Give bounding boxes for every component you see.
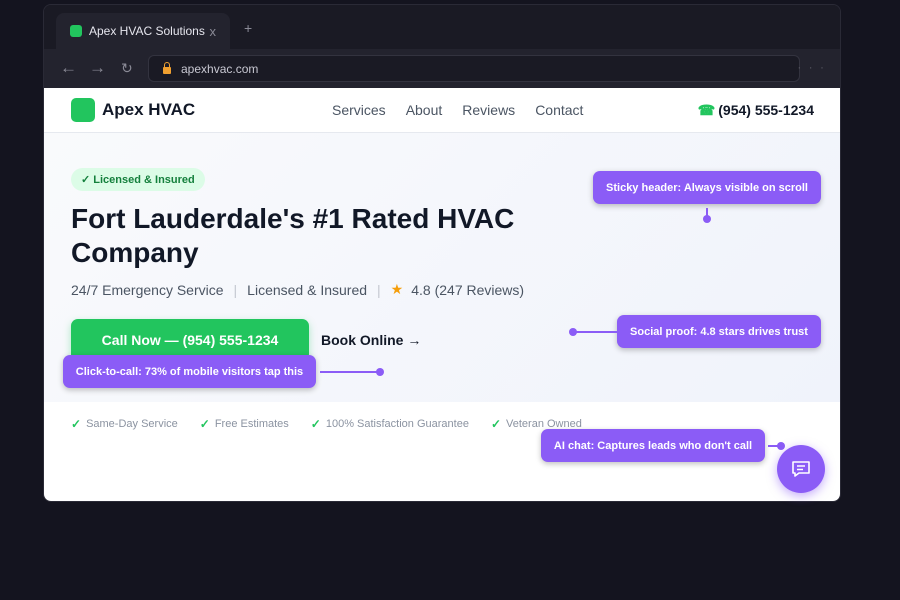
- check-icon: ✓: [490, 417, 502, 431]
- tab-bar: Apex HVAC Solutions x +: [44, 5, 840, 49]
- chat-button[interactable]: [777, 445, 825, 493]
- tab-title: Apex HVAC Solutions: [89, 24, 205, 38]
- back-icon[interactable]: ←: [60, 58, 77, 78]
- logo-icon: [71, 98, 95, 122]
- trust-item: ✓ 100% Satisfaction Guarantee: [310, 417, 469, 431]
- licensed-text: Licensed & Insured: [247, 281, 368, 298]
- nav-contact[interactable]: Contact: [535, 102, 583, 118]
- rating-text: 4.8 (247 Reviews): [411, 281, 525, 298]
- more-icon[interactable]: · · ·: [797, 60, 826, 74]
- annotation-dot: [569, 328, 577, 336]
- star-icon: ★: [390, 281, 404, 297]
- check-icon: ✓: [71, 417, 82, 431]
- url-text: apexhvac.com: [181, 61, 259, 76]
- browser-toolbar: ← → ↻ apexhvac.com · · ·: [44, 49, 840, 88]
- licensed-badge: ✓ Licensed & Insured: [71, 168, 205, 191]
- annotation-dot: [703, 215, 711, 223]
- hero-subline: 24/7 Emergency Service | Licensed & Insu…: [71, 281, 524, 298]
- logo-text[interactable]: Apex HVAC: [102, 100, 195, 120]
- main-nav: Services About Reviews Contact: [332, 102, 583, 118]
- annotation-connector: [575, 331, 617, 333]
- trust-item: ✓ Same-Day Service: [71, 417, 178, 431]
- site-header: Apex HVAC Services About Reviews Contact…: [44, 88, 840, 133]
- close-icon[interactable]: x: [210, 24, 217, 39]
- separator: |: [233, 281, 238, 298]
- check-icon: ✓: [310, 417, 321, 431]
- separator: |: [377, 281, 381, 298]
- chat-icon: [792, 461, 810, 477]
- reload-icon[interactable]: ↻: [121, 60, 133, 77]
- trust-item: ✓ Free Estimates: [199, 417, 289, 431]
- trust-bar: ✓ Same-Day Service ✓ Free Estimates ✓ 100% …: [71, 417, 582, 431]
- nav-services[interactable]: Services: [332, 102, 386, 118]
- ai-chat-annotation: AI chat: Captures leads who don't call: [541, 429, 765, 462]
- favicon-icon: [70, 25, 82, 37]
- browser-window: Apex HVAC Solutions x + ← → ↻ apexhvac.c…: [43, 4, 841, 502]
- new-tab-button[interactable]: +: [244, 20, 252, 36]
- sticky-header-annotation: Sticky header: Always visible on scroll: [593, 171, 821, 204]
- lock-icon: [163, 62, 171, 74]
- header-phone-link[interactable]: ☎ (954) 555-1234: [698, 102, 814, 119]
- annotation-dot: [777, 442, 785, 450]
- nav-reviews[interactable]: Reviews: [462, 102, 515, 118]
- forward-icon[interactable]: →: [89, 58, 106, 78]
- emergency-service-text: 24/7 Emergency Service: [71, 281, 224, 298]
- phone-icon: ☎: [697, 102, 716, 118]
- header-phone-number: (954) 555-1234: [718, 102, 814, 118]
- browser-tab[interactable]: Apex HVAC Solutions x: [56, 13, 230, 49]
- click-to-call-annotation: Click-to-call: 73% of mobile visitors ta…: [63, 355, 316, 388]
- annotation-connector: [320, 371, 378, 373]
- book-online-link[interactable]: Book Online →: [321, 332, 421, 348]
- address-bar[interactable]: apexhvac.com: [148, 55, 800, 82]
- check-icon: ✓: [199, 417, 210, 431]
- social-proof-annotation: Social proof: 4.8 stars drives trust: [617, 315, 821, 348]
- page-title: Fort Lauderdale's #1 Rated HVAC Company: [71, 203, 515, 268]
- annotation-dot: [376, 368, 384, 376]
- nav-about[interactable]: About: [406, 102, 443, 118]
